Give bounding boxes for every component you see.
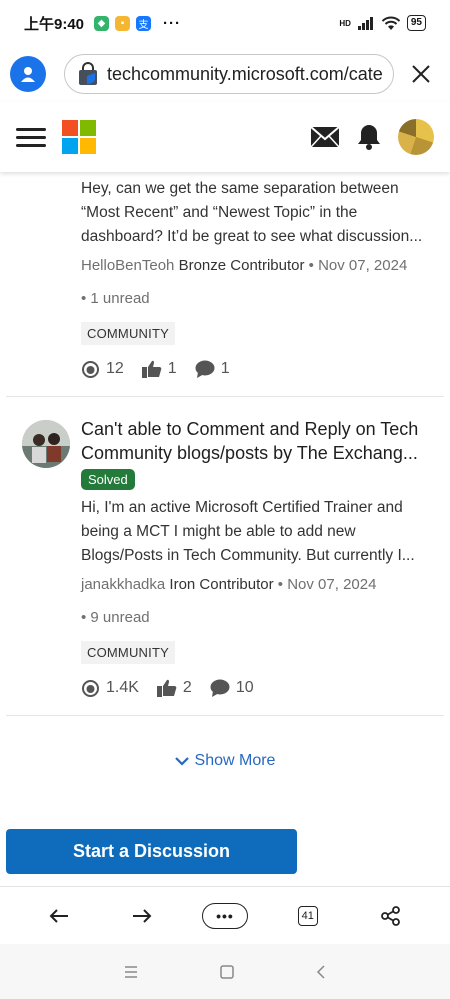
show-more-link[interactable]: Show More <box>0 752 450 770</box>
menu-icon[interactable] <box>16 127 46 147</box>
tab-count: 41 <box>297 905 318 926</box>
profile-button[interactable] <box>10 56 46 92</box>
network-hd-label: HD <box>339 18 351 28</box>
post-date: • Nov 07, 2024 <box>308 257 408 274</box>
close-icon <box>412 65 430 83</box>
menu-button[interactable]: ••• <box>200 896 250 936</box>
unread-count: • 1 unread <box>81 290 150 307</box>
notes-app-icon: ▪ <box>115 15 131 31</box>
user-avatar[interactable] <box>398 119 434 155</box>
replies-stat: 1 <box>195 360 230 378</box>
logo-square-green <box>80 120 96 136</box>
shield-app-icon: ◆ <box>94 15 110 31</box>
status-right: HD 95 <box>339 15 426 31</box>
bell-icon[interactable] <box>356 123 382 151</box>
likes-count: 1 <box>167 360 177 377</box>
microsoft-logo[interactable] <box>62 120 96 154</box>
discussion-feed: Hey, can we get the same separation betw… <box>0 171 450 716</box>
back-button[interactable] <box>34 896 84 936</box>
battery-indicator: 95 <box>406 15 426 31</box>
views-icon <box>82 679 99 697</box>
replies-count: 10 <box>235 679 254 696</box>
post-stats: 1.4K 2 10 <box>81 679 432 697</box>
signal-icon <box>357 17 373 30</box>
community-tag[interactable]: COMMUNITY <box>81 641 175 664</box>
logo-square-yellow <box>80 138 96 154</box>
arrow-right-icon <box>133 908 152 923</box>
logo-square-blue <box>62 138 78 154</box>
likes-stat[interactable]: 2 <box>156 679 192 697</box>
views-stat: 1.4K <box>81 679 139 697</box>
replies-count: 1 <box>220 360 230 377</box>
views-count: 1.4K <box>106 679 139 696</box>
post-excerpt: Hey, can we get the same separation betw… <box>81 180 423 245</box>
forward-button[interactable] <box>117 896 167 936</box>
thumbs-up-icon <box>141 360 162 378</box>
recents-icon[interactable] <box>123 965 139 978</box>
start-discussion-button[interactable]: Start a Discussion <box>6 829 297 874</box>
back-nav-icon[interactable] <box>315 964 327 980</box>
author-rank: Iron Contributor <box>169 576 274 593</box>
post-excerpt: Hi, I'm an active Microsoft Certified Tr… <box>81 499 415 564</box>
site-header <box>0 102 450 172</box>
status-time: 上午9:40 <box>24 15 85 33</box>
author-avatar[interactable] <box>22 420 70 468</box>
url-text: techcommunity.microsoft.com/cate <box>107 63 383 84</box>
status-left: 上午9:40 ◆ ▪ 支 ··· <box>24 13 181 34</box>
views-count: 12 <box>106 360 124 377</box>
unread-count: • 9 unread <box>81 609 150 626</box>
post-title[interactable]: Can't able to Comment and Reply on Tech … <box>81 417 432 465</box>
url-bar[interactable]: techcommunity.microsoft.com/cate <box>64 54 394 94</box>
views-icon <box>82 360 99 378</box>
likes-count: 2 <box>182 679 192 696</box>
browser-toolbar: ••• 41 <box>0 886 450 944</box>
solved-badge: Solved <box>81 469 135 490</box>
replies-stat: 10 <box>210 679 254 697</box>
site-bag-icon <box>79 62 97 85</box>
person-icon <box>21 67 35 82</box>
system-nav-bar <box>0 944 450 999</box>
header-actions <box>310 119 434 155</box>
status-bar: 上午9:40 ◆ ▪ 支 ··· HD 95 <box>0 0 450 46</box>
author-name[interactable]: HelloBenTeoh <box>81 257 174 274</box>
home-icon[interactable] <box>219 964 235 980</box>
arrow-left-icon <box>49 908 69 923</box>
close-button[interactable] <box>408 61 434 87</box>
views-stat: 12 <box>81 360 124 378</box>
show-more-label: Show More <box>194 752 276 769</box>
wifi-icon <box>381 16 401 30</box>
tabs-button[interactable]: 41 <box>283 896 333 936</box>
likes-stat[interactable]: 1 <box>141 360 177 378</box>
thumbs-up-icon <box>156 679 177 697</box>
share-icon <box>380 905 400 926</box>
post-meta: janakkhadka Iron Contributor • Nov 07, 2… <box>81 576 432 593</box>
logo-square-red <box>62 120 78 136</box>
author-rank: Bronze Contributor <box>178 257 305 274</box>
comment-icon <box>195 360 215 378</box>
author-name[interactable]: janakkhadka <box>81 576 165 593</box>
community-tag[interactable]: COMMUNITY <box>81 322 175 345</box>
divider <box>6 715 444 716</box>
share-button[interactable] <box>366 896 416 936</box>
post-stats: 12 1 1 <box>81 360 432 378</box>
discussion-item[interactable]: Can't able to Comment and Reply on Tech … <box>0 397 450 697</box>
post-date: • Nov 07, 2024 <box>277 576 377 593</box>
alipay-app-icon: 支 <box>136 15 152 31</box>
mail-icon[interactable] <box>310 126 340 148</box>
more-notifications-icon: ··· <box>163 14 182 32</box>
browser-address-row: techcommunity.microsoft.com/cate <box>0 48 450 100</box>
chevron-down-icon <box>174 757 189 766</box>
discussion-item[interactable]: Hey, can we get the same separation betw… <box>0 171 450 378</box>
more-options-icon: ••• <box>201 902 248 929</box>
comment-icon <box>210 679 230 697</box>
author-photo <box>22 420 70 468</box>
post-meta: HelloBenTeoh Bronze Contributor • Nov 07… <box>81 257 432 274</box>
